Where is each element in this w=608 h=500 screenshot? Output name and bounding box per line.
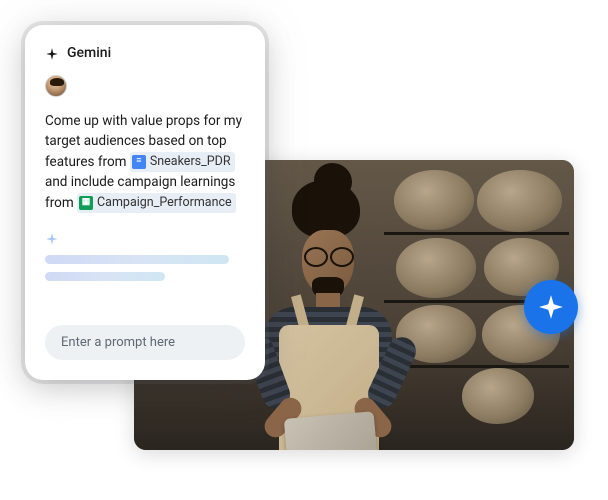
gemini-badge[interactable]	[524, 280, 578, 334]
user-avatar	[45, 75, 67, 97]
gemini-sparkle-icon	[45, 46, 59, 60]
sheets-icon: ▦	[79, 196, 93, 210]
sparkle-icon	[538, 294, 564, 320]
gemini-title: Gemini	[67, 45, 111, 61]
file-chip-sheets[interactable]: ▦ Campaign_Performance	[77, 193, 236, 214]
tablet-device	[284, 411, 378, 450]
gemini-header: Gemini	[45, 45, 245, 61]
gemini-panel: Gemini Come up with value props for my t…	[25, 25, 265, 380]
file-chip-label: Campaign_Performance	[97, 194, 232, 213]
docs-icon: ≡	[132, 155, 146, 169]
prompt-input[interactable]: Enter a prompt here	[45, 325, 245, 360]
file-chip-label: Sneakers_PDR	[150, 153, 231, 172]
user-prompt: Come up with value props for my target a…	[45, 111, 245, 213]
file-chip-docs[interactable]: ≡ Sneakers_PDR	[130, 152, 235, 173]
loading-bar	[45, 255, 229, 264]
loading-bar	[45, 272, 165, 281]
prompt-input-placeholder: Enter a prompt here	[61, 335, 175, 350]
gemini-response-loading	[45, 231, 245, 289]
gemini-sparkle-icon	[45, 231, 59, 245]
